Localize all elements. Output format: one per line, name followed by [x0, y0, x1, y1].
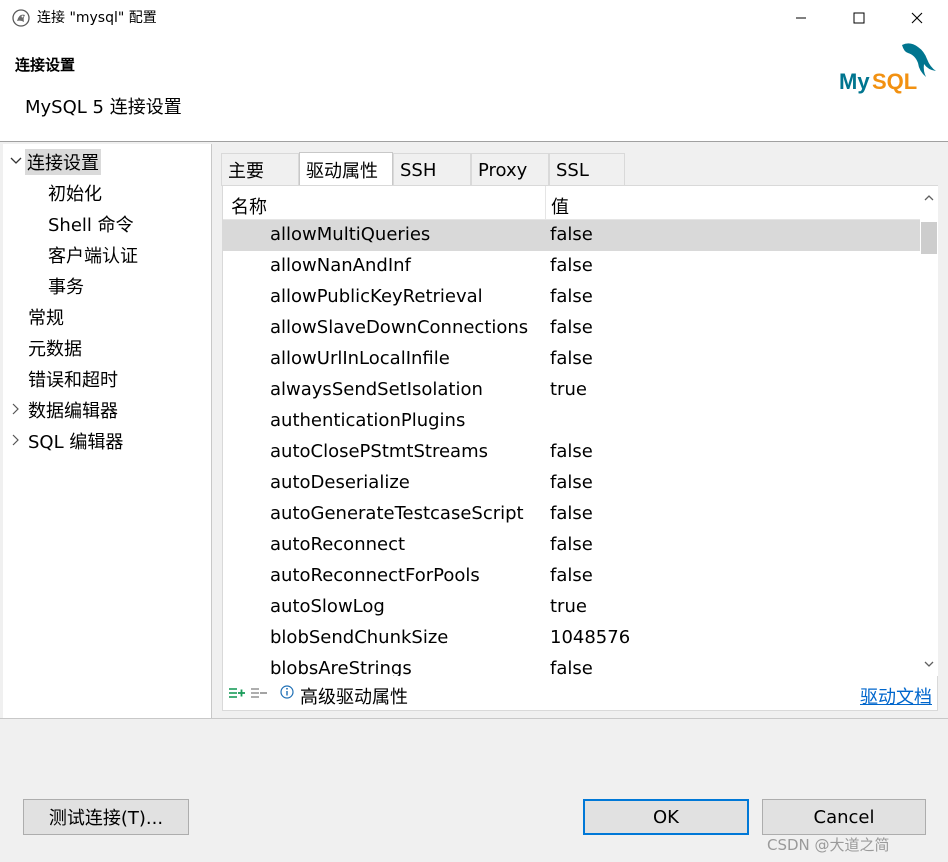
table-row[interactable]: alwaysSendSetIsolation true: [223, 375, 920, 406]
remove-property-icon[interactable]: [251, 686, 267, 700]
scroll-down-icon[interactable]: [924, 660, 934, 668]
panel-footer: 高级驱动属性 驱动文档: [223, 678, 939, 710]
nav-item-transactions[interactable]: 事务: [46, 272, 86, 300]
header-title: 连接设置: [15, 56, 76, 74]
watermark: CSDN @大道之简: [767, 836, 890, 854]
minimize-button[interactable]: [772, 0, 830, 36]
nav-item-errors-timeouts[interactable]: 错误和超时: [26, 365, 120, 393]
settings-nav-tree: 连接设置 初始化 Shell 命令 客户端认证 事务 常规 元数据 错误和超时 …: [3, 144, 212, 718]
column-header-name[interactable]: 名称: [231, 193, 267, 219]
column-divider[interactable]: [545, 186, 546, 220]
scroll-up-icon[interactable]: [924, 194, 934, 202]
tab-main[interactable]: 主要: [221, 153, 299, 186]
properties-table: allowMultiQueries false allowNanAndInf fal…: [223, 220, 920, 676]
table-row[interactable]: autoReconnect false: [223, 530, 920, 561]
advanced-properties-label: 高级驱动属性: [300, 687, 408, 708]
bottom-divider: [0, 718, 948, 719]
tab-driver-properties[interactable]: 驱动属性: [299, 152, 393, 186]
chevron-right-icon[interactable]: [11, 434, 21, 446]
table-row[interactable]: autoGenerateTestcaseScript false: [223, 499, 920, 530]
ok-button[interactable]: OK: [583, 799, 749, 835]
nav-item-init[interactable]: 初始化: [46, 179, 104, 207]
chevron-right-icon[interactable]: [11, 403, 21, 415]
nav-item-shell-commands[interactable]: Shell 命令: [46, 210, 136, 238]
logo-text-sql: SQL: [872, 69, 917, 94]
table-row[interactable]: blobsAreStrings false: [223, 654, 920, 676]
scrollbar-thumb[interactable]: [921, 222, 937, 254]
test-connection-button[interactable]: 测试连接(T)...: [23, 799, 189, 835]
dialog-header: 连接设置 MySQL 5 连接设置 My SQL: [0, 36, 948, 142]
table-row[interactable]: allowSlaveDownConnections false: [223, 313, 920, 344]
tab-proxy[interactable]: Proxy: [471, 153, 549, 186]
app-icon: [12, 9, 30, 27]
table-header: 名称 值: [223, 186, 920, 220]
window-title: 连接 "mysql" 配置: [37, 10, 157, 26]
nav-item-sql-editor[interactable]: SQL 编辑器: [26, 427, 125, 455]
table-row[interactable]: blobSendChunkSize 1048576: [223, 623, 920, 654]
table-row[interactable]: allowMultiQueries false: [223, 220, 920, 251]
close-button[interactable]: [888, 0, 946, 36]
close-icon: [911, 12, 923, 24]
mysql-logo: My SQL: [839, 43, 936, 94]
title-bar: 连接 "mysql" 配置: [0, 0, 948, 36]
driver-properties-panel: 名称 值 allowMultiQueries false allowNanAndI…: [222, 185, 938, 711]
table-row[interactable]: allowNanAndInf false: [223, 251, 920, 282]
table-row[interactable]: autoClosePStmtStreams false: [223, 437, 920, 468]
nav-item-data-editor[interactable]: 数据编辑器: [26, 396, 120, 424]
logo-text-my: My: [839, 69, 870, 94]
maximize-button[interactable]: [830, 0, 888, 36]
driver-docs-link[interactable]: 驱动文档: [860, 683, 932, 709]
nav-item-metadata[interactable]: 元数据: [26, 334, 84, 362]
column-header-value[interactable]: 值: [551, 193, 569, 219]
nav-item-client-auth[interactable]: 客户端认证: [46, 241, 140, 269]
vertical-scrollbar[interactable]: [920, 186, 938, 676]
maximize-icon: [853, 12, 865, 24]
add-property-icon[interactable]: [229, 686, 245, 700]
info-icon: [280, 685, 294, 699]
table-row[interactable]: autoDeserialize false: [223, 468, 920, 499]
tab-ssl[interactable]: SSL: [549, 153, 625, 186]
chevron-down-icon[interactable]: [10, 156, 22, 166]
table-row[interactable]: authenticationPlugins: [223, 406, 920, 437]
table-row[interactable]: allowPublicKeyRetrieval false: [223, 282, 920, 313]
cancel-button[interactable]: Cancel: [762, 799, 926, 835]
table-row[interactable]: autoReconnectForPools false: [223, 561, 920, 592]
header-subtitle: MySQL 5 连接设置: [25, 97, 182, 118]
table-row[interactable]: allowUrlInLocalInfile false: [223, 344, 920, 375]
nav-item-connection-settings[interactable]: 连接设置: [25, 148, 101, 176]
content-area: 主要 驱动属性 SSH Proxy SSL 名称 值 allowMultiQue…: [215, 144, 948, 718]
tab-ssh[interactable]: SSH: [393, 153, 471, 186]
table-row[interactable]: autoSlowLog true: [223, 592, 920, 623]
minimize-icon: [796, 17, 806, 19]
nav-item-general[interactable]: 常规: [26, 303, 66, 331]
